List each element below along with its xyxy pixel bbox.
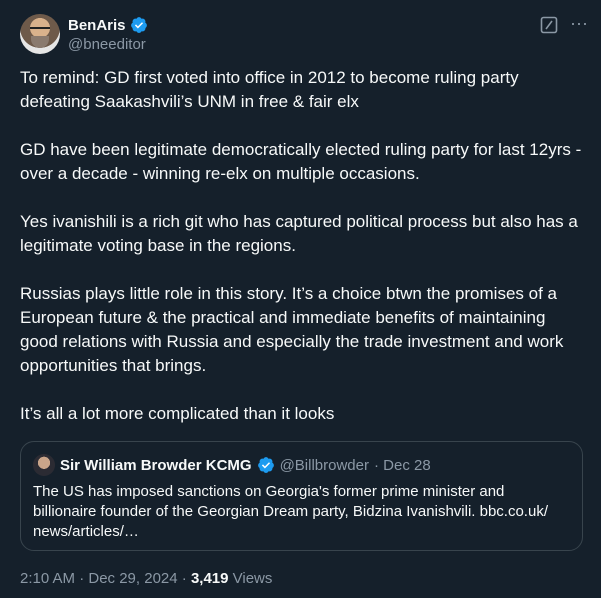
tweet-paragraph: Yes ivanishili is a rich git who has cap… (20, 212, 578, 255)
quote-author-handle: @Billbrowder (279, 456, 369, 474)
more-options-icon[interactable]: ··· (568, 14, 590, 36)
author-handle[interactable]: @bneeditor (68, 36, 146, 53)
grok-icon[interactable] (540, 16, 558, 34)
avatar-beard (31, 36, 49, 48)
tweet-timestamp[interactable]: 2:10 AM · Dec 29, 2024 · (20, 570, 191, 587)
quote-date: · Dec 28 (373, 456, 431, 474)
tweet-text: To remind: GD first voted into office in… (20, 66, 585, 450)
quote-text: The US has imposed sanctions on Georgia'… (33, 483, 548, 540)
avatar-glasses (30, 27, 50, 34)
author-avatar[interactable] (20, 14, 60, 54)
verified-badge-icon (257, 457, 274, 473)
tweet-meta: 2:10 AM · Dec 29, 2024 · 3,419 Views (20, 570, 272, 587)
quote-header: Sir William Browder KCMG @Billbrowder · … (33, 454, 431, 476)
view-count: 3,419 (190, 570, 229, 587)
tweet-paragraph: Russias plays little role in this story.… (20, 284, 564, 375)
tweet-paragraph: GD have been legitimate democratically e… (20, 140, 582, 183)
quoted-tweet[interactable]: Sir William Browder KCMG @Billbrowder · … (20, 441, 583, 551)
tweet-paragraph: It’s all a lot more complicated than it … (20, 404, 335, 423)
verified-badge-icon (130, 17, 147, 33)
tweet-paragraph: To remind: GD first voted into office in… (20, 68, 519, 111)
author-display-name[interactable]: BenAris (68, 17, 126, 34)
tweet-header: BenAris @bneeditor ··· (20, 14, 590, 58)
author-name-row: BenAris (68, 16, 148, 34)
quote-author-avatar (33, 454, 55, 476)
views-label: Views (228, 570, 273, 587)
quote-author-name: Sir William Browder KCMG (60, 456, 252, 474)
